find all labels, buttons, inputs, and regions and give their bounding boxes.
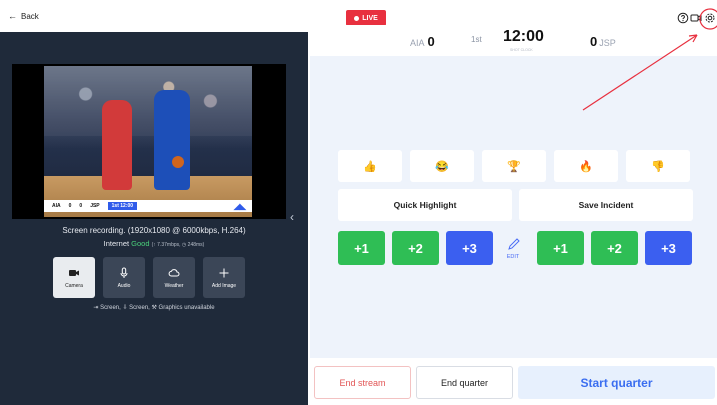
settings-icon[interactable] xyxy=(704,12,716,24)
audio-source-button[interactable]: Audio xyxy=(103,257,145,298)
save-incident-button[interactable]: Save Incident xyxy=(519,189,693,221)
team-b: 0 JSP xyxy=(590,34,616,49)
add-image-button[interactable]: Add Image xyxy=(203,257,245,298)
back-button[interactable]: ← Back xyxy=(8,11,39,21)
end-quarter-button[interactable]: End quarter xyxy=(416,366,513,399)
plus-icon xyxy=(219,268,229,277)
back-label: Back xyxy=(21,11,39,21)
team-b-score: 0 xyxy=(590,34,598,49)
team-a-plus-1-button[interactable]: +1 xyxy=(338,231,385,265)
weather-source-button[interactable]: Weather xyxy=(153,257,195,298)
video-preview: AIA 0 0 JSP 1st 12:00 ◢◣ xyxy=(12,64,286,219)
recording-info: Screen recording. (1920x1080 @ 6000kbps,… xyxy=(62,226,246,235)
brand-logo-icon: ◢◣ xyxy=(233,201,246,211)
team-a-plus-2-button[interactable]: +2 xyxy=(392,231,439,265)
team-b-plus-3-button[interactable]: +3 xyxy=(645,231,692,265)
period: 1st xyxy=(471,35,482,44)
camera-source-button[interactable]: Camera xyxy=(53,257,95,298)
help-icon[interactable] xyxy=(677,12,689,24)
team-a-name: AIA xyxy=(410,38,425,48)
scorebug-team-b: JSP xyxy=(90,203,100,209)
live-dot-icon xyxy=(354,15,360,21)
back-arrow-icon: ← xyxy=(8,11,17,21)
scorebug-score-a: 0 xyxy=(68,203,72,209)
laugh-button[interactable]: 😂 xyxy=(410,150,474,182)
add-image-label: Add Image xyxy=(211,282,237,289)
edit-score-button[interactable]: EDIT xyxy=(498,231,528,265)
team-a: AIA 0 xyxy=(410,34,435,49)
internet-detail: (↑ 7.37mbps, ◷ 248ms) xyxy=(151,242,205,248)
scorebug-team-a: AIA xyxy=(52,203,61,209)
start-quarter-button[interactable]: Start quarter xyxy=(518,366,715,399)
weather-source-label: Weather xyxy=(164,282,184,289)
pencil-icon xyxy=(508,238,520,250)
camera-source-label: Camera xyxy=(65,282,83,289)
microphone-icon xyxy=(120,267,128,278)
quick-highlight-button[interactable]: Quick Highlight xyxy=(338,189,512,221)
team-a-plus-3-button[interactable]: +3 xyxy=(446,231,493,265)
highlight-actions: Quick Highlight Save Incident xyxy=(338,189,693,221)
player-blue xyxy=(154,90,190,190)
end-stream-button[interactable]: End stream xyxy=(314,366,411,399)
team-b-plus-1-button[interactable]: +1 xyxy=(537,231,584,265)
video-scorebug: AIA 0 0 JSP 1st 12:00 ◢◣ xyxy=(44,200,252,212)
basketball xyxy=(172,156,184,168)
live-label: LIVE xyxy=(362,14,378,22)
internet-status: Internet Good (↑ 7.37mbps, ◷ 248ms) xyxy=(0,239,308,248)
game-clock[interactable]: 12:00 xyxy=(503,28,544,46)
camera-icon[interactable] xyxy=(690,12,702,24)
live-badge: LIVE xyxy=(346,10,386,26)
trophy-button[interactable]: 🏆 xyxy=(482,150,546,182)
player-red xyxy=(102,100,132,190)
app-root: ← Back LIVE AIA 0 0 JSP 1st 12:00 ◢◣ Scr… xyxy=(0,0,717,405)
shot-clock-label: SHOT CLOCK xyxy=(510,48,533,52)
scorebug-score-b: 0 xyxy=(79,203,83,209)
cloud-icon xyxy=(168,268,180,276)
reaction-row: 👍 😂 🏆 🔥 👎 xyxy=(338,150,690,182)
crowd-background xyxy=(44,66,252,136)
video-frame xyxy=(44,66,252,217)
fire-button[interactable]: 🔥 xyxy=(554,150,618,182)
team-a-score: 0 xyxy=(427,34,435,49)
thumbs-up-button[interactable]: 👍 xyxy=(338,150,402,182)
source-unavailable-note: ⇥ Screen, ⇩ Screen, ⚒ Graphics unavailab… xyxy=(93,305,215,311)
collapse-chevron-icon[interactable]: ‹ xyxy=(290,210,294,224)
edit-label: EDIT xyxy=(506,254,520,260)
thumbs-down-button[interactable]: 👎 xyxy=(626,150,690,182)
source-buttons: Camera Audio Weather Add Image xyxy=(53,257,245,298)
scoreboard-header: AIA 0 1st 12:00 SHOT CLOCK 0 JSP xyxy=(310,25,717,56)
camera-icon xyxy=(69,269,79,276)
internet-label: Internet xyxy=(103,239,130,248)
internet-quality: Good xyxy=(131,239,150,248)
team-b-plus-2-button[interactable]: +2 xyxy=(591,231,638,265)
audio-source-label: Audio xyxy=(117,282,131,289)
scorebug-clock: 1st 12:00 xyxy=(107,202,138,210)
score-buttons: +1 +2 +3 EDIT +1 +2 +3 xyxy=(338,231,694,265)
team-b-name: JSP xyxy=(599,38,616,48)
